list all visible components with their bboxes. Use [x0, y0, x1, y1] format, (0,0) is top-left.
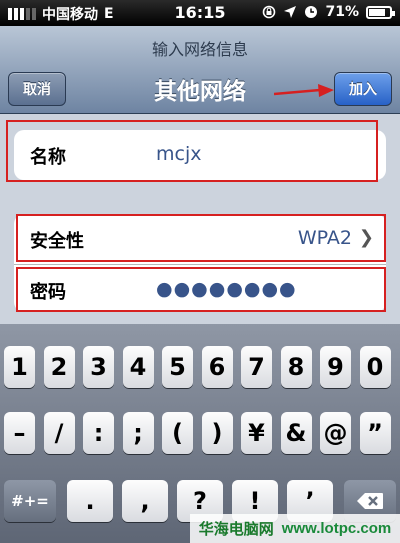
name-field[interactable]: 名称 mcjx [14, 130, 386, 180]
symbol-key[interactable]: & [280, 412, 312, 454]
backspace-icon [357, 493, 383, 509]
number-key[interactable]: 2 [43, 346, 75, 388]
number-key[interactable]: 5 [162, 346, 193, 388]
watermark: 华海电脑网 www.lotpc.com [190, 514, 400, 543]
nav-prompt: 输入网络信息 [151, 40, 248, 59]
status-right: 71% [262, 4, 395, 20]
punctuation-key[interactable]: , [122, 480, 168, 522]
password-value[interactable]: ●●●●●●●● [156, 278, 297, 300]
number-key[interactable]: 6 [201, 346, 233, 388]
chevron-right-icon: ❯ [358, 227, 374, 248]
number-key[interactable]: 1 [4, 346, 35, 388]
annotation-arrow-icon [274, 84, 334, 97]
watermark-brand: 华海电脑网 [198, 520, 274, 538]
symbol-key[interactable]: ” [359, 412, 391, 454]
name-label: 名称 [30, 147, 66, 168]
symbol-key[interactable]: ( [162, 412, 193, 454]
punctuation-key[interactable]: . [67, 480, 113, 522]
password-field[interactable]: 密码 ●●●●●●●● [14, 264, 386, 312]
security-field[interactable]: 安全性 WPA2 ❯ [14, 214, 386, 264]
number-key[interactable]: 9 [320, 346, 351, 388]
security-label: 安全性 [30, 231, 84, 252]
symbol-key[interactable]: – [4, 412, 35, 454]
location-arrow-icon [284, 6, 297, 18]
number-key[interactable]: 8 [280, 346, 312, 388]
key-symbols-mode[interactable]: #+= [4, 480, 56, 522]
status-bar: 中国移动 E 16:15 71% [0, 0, 400, 26]
alarm-clock-icon [305, 6, 318, 18]
symbol-key[interactable]: ; [122, 412, 154, 454]
symbol-key[interactable]: @ [320, 412, 351, 454]
rotation-lock-icon [263, 5, 276, 19]
number-key[interactable]: 4 [122, 346, 154, 388]
number-key[interactable]: 3 [83, 346, 114, 388]
number-key[interactable]: 7 [241, 346, 272, 388]
symbol-key[interactable]: ¥ [241, 412, 272, 454]
name-value[interactable]: mcjx [156, 143, 201, 165]
security-value: WPA2 [297, 227, 352, 249]
password-label: 密码 [30, 282, 66, 303]
number-key[interactable]: 0 [359, 346, 391, 388]
battery-icon [366, 5, 395, 19]
watermark-url: www.lotpc.com [281, 520, 392, 537]
symbol-key[interactable]: ) [201, 412, 233, 454]
navigation-bar: 输入网络信息 取消 其他网络 加入 [0, 26, 400, 114]
battery-percent: 71% [325, 4, 359, 20]
keyboard: 1234567890 – /:;() ¥ & @” #+= .,?!’ [0, 324, 400, 543]
symbol-key[interactable]: / [43, 412, 75, 454]
join-button[interactable]: 加入 [334, 72, 392, 106]
symbol-key[interactable]: : [83, 412, 114, 454]
network-form: 名称 mcjx 安全性 WPA2 ❯ 密码 ●●●●●●●● [0, 114, 400, 324]
